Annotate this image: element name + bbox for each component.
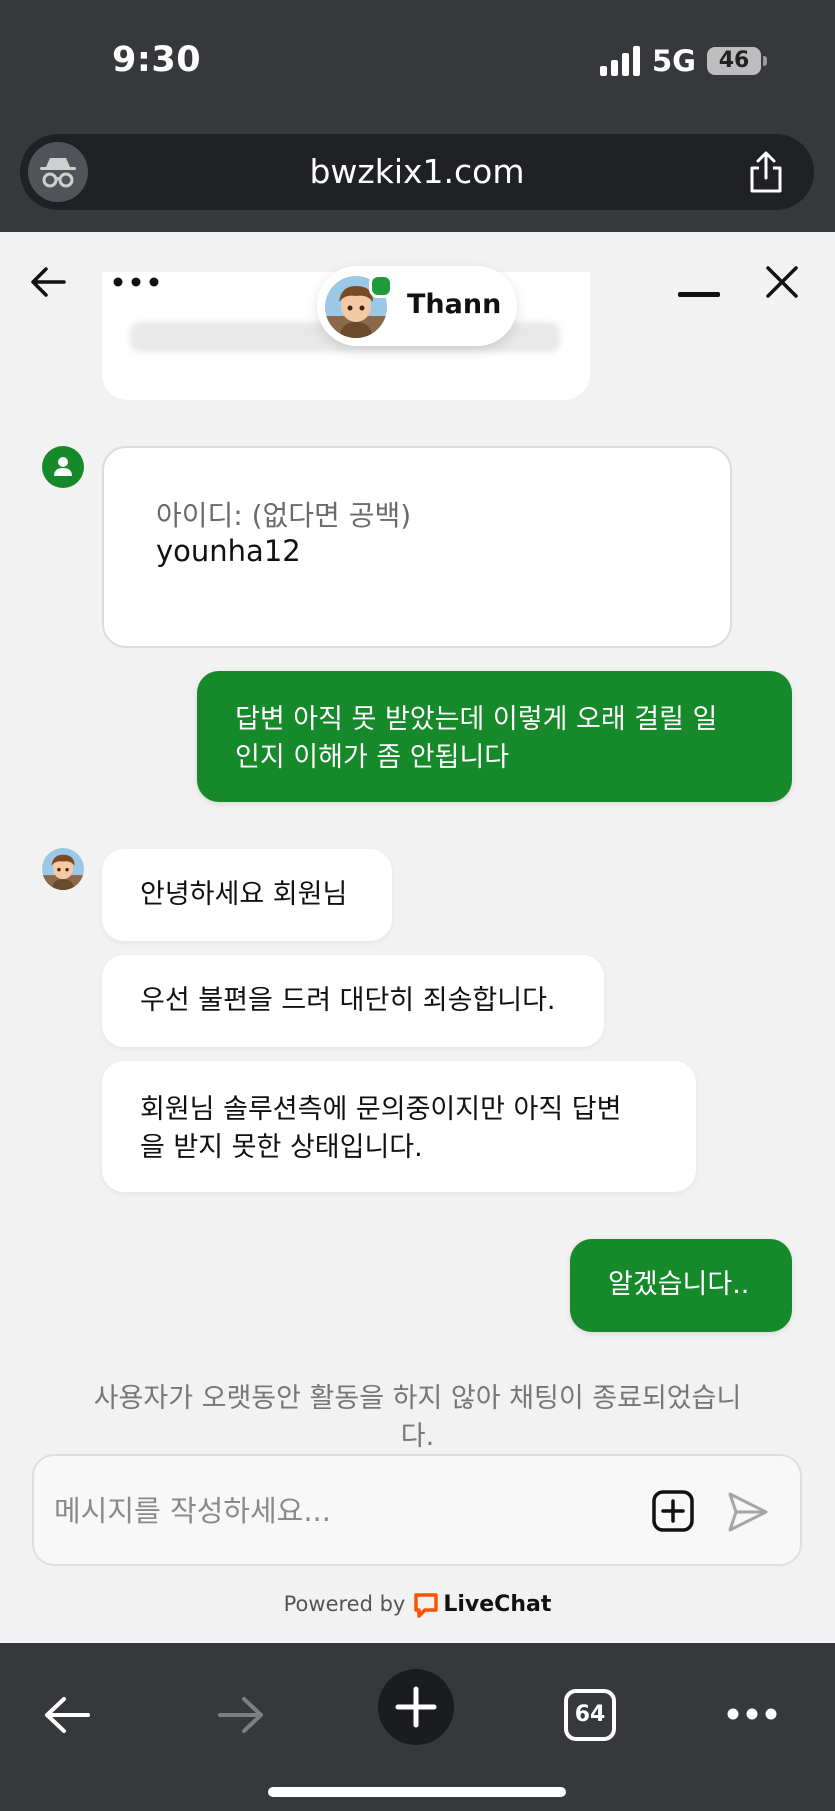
forward-arrow-icon[interactable]: [216, 1693, 266, 1737]
battery-cap: [763, 56, 767, 66]
more-options-icon[interactable]: [112, 276, 160, 288]
share-icon[interactable]: [746, 150, 786, 194]
powered-by-footer[interactable]: Powered by LiveChat: [0, 1592, 835, 1618]
back-arrow-icon[interactable]: [42, 1693, 92, 1737]
attach-icon[interactable]: [652, 1490, 694, 1532]
user-message-bubble: 답변 아직 못 받았는데 이렇게 오래 걸릴 일 인지 이해가 좀 안됩니다: [197, 671, 792, 802]
form-field-label: 아이디: (없다면 공백): [156, 499, 412, 532]
online-status-dot: [369, 274, 393, 298]
home-indicator[interactable]: [268, 1787, 566, 1797]
battery-icon: 46: [707, 47, 761, 75]
status-time: 9:30: [112, 40, 202, 80]
more-options-icon[interactable]: [726, 1707, 778, 1721]
message-line: 을 받지 못한 상태입니다.: [140, 1132, 423, 1163]
user-message-bubble: 알겠습니다..: [570, 1239, 792, 1332]
minimize-icon[interactable]: [678, 292, 720, 297]
agent-message-bubble: 우선 불편을 드려 대단히 죄송합니다.: [102, 955, 604, 1047]
chat-widget: Thann 아이디: (없다면 공백) younha12 답변 아직 못 받았는…: [0, 232, 835, 1643]
livechat-logo-icon: [414, 1593, 439, 1618]
message-composer[interactable]: [32, 1454, 802, 1566]
powered-by-text: Powered by: [283, 1592, 406, 1616]
message-line: 답변 아직 못 받았는데 이렇게 오래 걸릴 일: [235, 704, 718, 735]
message-line: 회원님 솔루션측에 문의중이지만 아직 답변: [140, 1094, 622, 1125]
plus-icon: [395, 1686, 437, 1728]
back-arrow-icon[interactable]: [28, 262, 68, 302]
message-line: 우선 불편을 드려 대단히 죄송합니다.: [140, 985, 556, 1016]
url-text[interactable]: bwzkix1.com: [20, 152, 814, 191]
browser-top-chrome: 9:30 5G 46 bwzkix1.com: [0, 0, 835, 232]
agent-message-bubble: 안녕하세요 회원님: [102, 849, 392, 941]
tabs-icon[interactable]: 64: [564, 1689, 616, 1741]
message-input[interactable]: [52, 1480, 616, 1542]
agent-header-pill[interactable]: Thann: [317, 266, 517, 346]
signal-icon: [600, 46, 642, 76]
message-line: 인지 이해가 좀 안됩니다: [235, 742, 510, 773]
network-type: 5G: [652, 44, 696, 78]
address-bar[interactable]: bwzkix1.com: [20, 134, 814, 210]
new-tab-button[interactable]: [378, 1669, 454, 1745]
form-field-value: younha12: [156, 534, 301, 568]
send-icon[interactable]: [726, 1490, 770, 1534]
agent-message-bubble: 회원님 솔루션측에 문의중이지만 아직 답변 을 받지 못한 상태입니다.: [102, 1061, 696, 1192]
agent-avatar-small: [42, 848, 84, 890]
notice-line: 사용자가 오랫동안 활동을 하지 않아 채팅이 종료되었습니: [93, 1383, 742, 1414]
close-icon[interactable]: [764, 264, 800, 300]
message-line: 알겠습니다..: [608, 1269, 750, 1300]
browser-bottom-toolbar: 64: [0, 1643, 835, 1811]
user-icon: [42, 446, 84, 488]
chat-ended-notice: 사용자가 오랫동안 활동을 하지 않아 채팅이 종료되었습니 다.: [70, 1380, 765, 1456]
agent-name: Thann: [407, 289, 502, 320]
notice-line: 다.: [400, 1421, 435, 1452]
message-line: 안녕하세요 회원님: [140, 879, 348, 910]
pre-chat-form-card: 아이디: (없다면 공백) younha12: [102, 446, 732, 648]
livechat-brand: LiveChat: [443, 1592, 552, 1617]
